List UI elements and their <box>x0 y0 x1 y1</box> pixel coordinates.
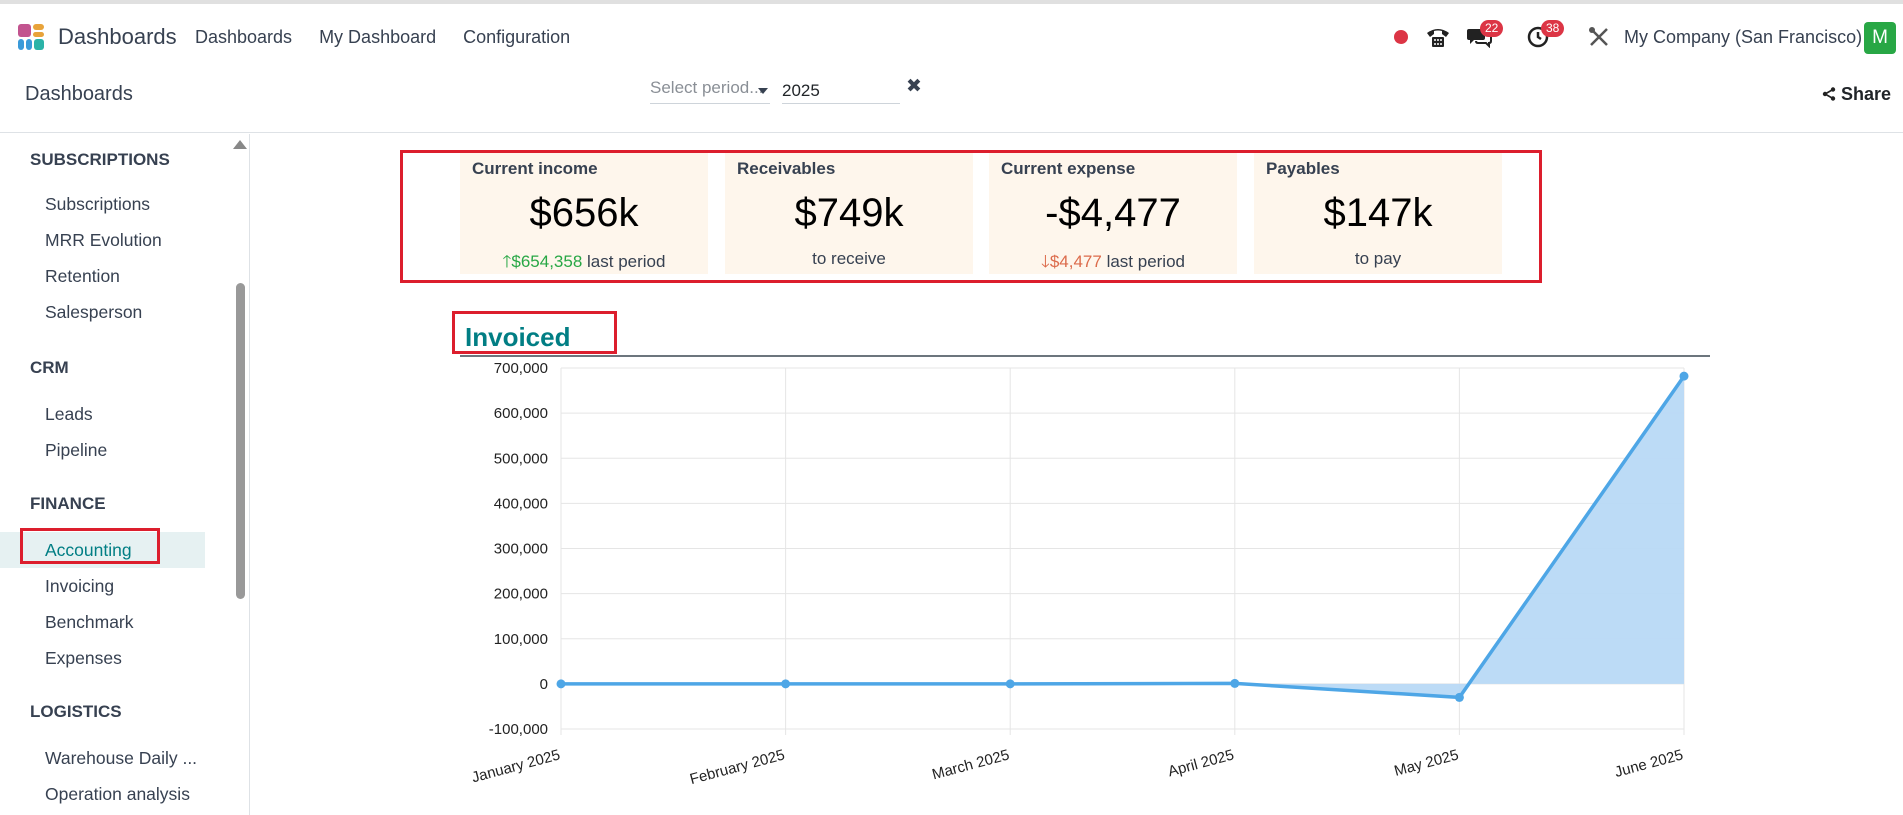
recording-indicator-icon[interactable] <box>1394 30 1408 44</box>
menu-configuration[interactable]: Configuration <box>463 27 570 48</box>
y-tick-label: 0 <box>540 676 548 693</box>
chart-title-divider <box>460 355 1710 357</box>
period-select-placeholder: Select period... <box>650 78 764 97</box>
data-point <box>1230 678 1240 688</box>
year-input[interactable] <box>782 78 900 104</box>
x-tick-label: April 2025 <box>1166 746 1236 780</box>
scroll-up-arrow-icon[interactable] <box>233 140 247 149</box>
messages-icon[interactable]: 22 <box>1466 20 1504 53</box>
data-point <box>781 679 791 689</box>
y-tick-label: 100,000 <box>494 631 548 648</box>
kpi-subtitle: 🡓$4,477 last period <box>989 249 1237 278</box>
data-point <box>1005 679 1015 689</box>
y-tick-label: 600,000 <box>494 405 548 422</box>
y-tick-label: 500,000 <box>494 450 548 467</box>
period-select[interactable]: Select period... <box>650 78 770 104</box>
kpi-current-expense[interactable]: Current expense -$4,477 🡓$4,477 last per… <box>989 153 1237 274</box>
series-line <box>561 375 1686 700</box>
breadcrumb[interactable]: Dashboards <box>25 83 133 106</box>
kpi-payables[interactable]: Payables $147k to pay <box>1254 153 1502 274</box>
x-tick-label: March 2025 <box>930 746 1011 783</box>
sidebar-section-finance: FINANCE <box>30 494 106 513</box>
dashboards-app-icon[interactable] <box>18 24 46 52</box>
sidebar-item-leads[interactable]: Leads <box>0 396 235 432</box>
sidebar-item-expenses[interactable]: Expenses <box>0 640 235 676</box>
phone-icon[interactable] <box>1425 25 1451 54</box>
sidebar-item-retention[interactable]: Retention <box>0 258 235 294</box>
sidebar-scrollbar[interactable] <box>236 283 245 599</box>
kpi-delta: $654,358 <box>511 252 583 271</box>
kpi-title: Receivables <box>737 159 836 178</box>
share-button[interactable]: Share <box>1822 84 1891 105</box>
kpi-title: Payables <box>1266 159 1340 178</box>
kpi-sub-label: to receive <box>812 249 886 268</box>
sidebar-section-crm: CRM <box>30 358 69 377</box>
sidebar-item-mrr-evolution[interactable]: MRR Evolution <box>0 222 235 258</box>
data-point <box>556 679 566 689</box>
chevron-down-icon <box>758 88 768 94</box>
x-tick-label: June 2025 <box>1613 746 1685 781</box>
data-point <box>1454 692 1464 702</box>
y-tick-label: -100,000 <box>489 721 548 738</box>
kpi-current-income[interactable]: Current income $656k 🡑$654,358 last peri… <box>460 153 708 274</box>
y-tick-label: 700,000 <box>494 360 548 377</box>
user-avatar[interactable]: M <box>1864 22 1896 54</box>
sidebar-section-subscriptions: SUBSCRIPTIONS <box>30 150 170 169</box>
close-icon[interactable]: ✖ <box>906 75 922 98</box>
x-tick-label: May 2025 <box>1392 746 1460 779</box>
kpi-value: $147k <box>1323 191 1433 235</box>
share-label: Share <box>1841 84 1892 104</box>
share-icon <box>1822 87 1836 101</box>
dashboard-sidebar: SUBSCRIPTIONS Subscriptions MRR Evolutio… <box>0 134 250 815</box>
data-point <box>1679 371 1689 381</box>
tools-icon[interactable] <box>1588 26 1610 53</box>
sidebar-item-operation-analysis[interactable]: Operation analysis <box>0 776 235 812</box>
kpi-sub-label: to pay <box>1354 249 1402 268</box>
arrow-down-icon: 🡓 <box>1040 252 1050 271</box>
menu-dashboards[interactable]: Dashboards <box>195 27 292 48</box>
kpi-sub-label: last period <box>587 252 666 271</box>
y-tick-label: 300,000 <box>494 541 548 558</box>
kpi-title: Current income <box>472 159 598 178</box>
x-tick-label: February 2025 <box>688 746 787 788</box>
accounting-highlight-frame <box>20 528 160 564</box>
company-switcher[interactable]: My Company (San Francisco) <box>1624 27 1862 48</box>
chart-title: Invoiced <box>465 322 571 352</box>
activities-clock-icon[interactable]: 38 <box>1527 20 1565 53</box>
kpi-receivables[interactable]: Receivables $749k to receive <box>725 153 973 274</box>
activities-badge: 38 <box>1541 20 1565 37</box>
y-tick-label: 400,000 <box>494 495 548 512</box>
x-tick-label: January 2025 <box>470 746 562 786</box>
sidebar-section-logistics: LOGISTICS <box>30 702 122 721</box>
control-panel: Dashboards Select period... ✖ Share <box>0 68 1903 133</box>
y-tick-label: 200,000 <box>494 586 548 603</box>
sidebar-item-salesperson[interactable]: Salesperson <box>0 294 235 330</box>
sidebar-item-pipeline[interactable]: Pipeline <box>0 432 235 468</box>
kpi-value: $749k <box>794 191 904 235</box>
kpi-delta: $4,477 <box>1049 252 1102 271</box>
kpi-value: -$4,477 <box>1045 191 1181 235</box>
kpi-sub-label: last period <box>1106 252 1185 271</box>
sidebar-item-benchmark[interactable]: Benchmark <box>0 604 235 640</box>
main-menu: Dashboards My Dashboard Configuration <box>195 27 570 48</box>
kpi-subtitle: 🡑$654,358 last period <box>460 249 708 278</box>
series-area <box>561 376 1684 698</box>
sidebar-item-subscriptions[interactable]: Subscriptions <box>0 186 235 222</box>
sidebar-item-warehouse-daily[interactable]: Warehouse Daily ... <box>0 740 235 776</box>
sidebar-item-invoicing[interactable]: Invoicing <box>0 568 235 604</box>
kpi-value: $656k <box>529 191 639 235</box>
app-name[interactable]: Dashboards <box>58 24 177 50</box>
messages-badge: 22 <box>1480 20 1504 37</box>
kpi-title: Current expense <box>1001 159 1136 178</box>
top-navbar: Dashboards Dashboards My Dashboard Confi… <box>0 0 1903 68</box>
menu-my-dashboard[interactable]: My Dashboard <box>319 27 436 48</box>
